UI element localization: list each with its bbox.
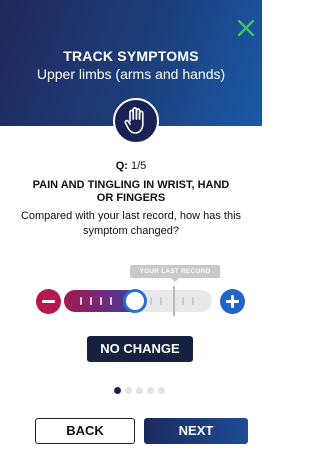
- raised-hand-icon: [124, 107, 144, 134]
- question-counter: Q: 1/5: [0, 160, 262, 172]
- last-record-tooltip: YOUR LAST RECORD: [130, 265, 220, 282]
- close-icon: [237, 19, 255, 37]
- slider-tick: [160, 297, 162, 305]
- symptom-badge: [113, 98, 159, 144]
- change-status-badge: NO CHANGE: [87, 336, 193, 362]
- slider-tick: [182, 297, 184, 305]
- question-prefix: Q:: [115, 160, 128, 172]
- next-button[interactable]: NEXT: [144, 418, 248, 444]
- pagination-dot[interactable]: [114, 387, 121, 394]
- question-number: 1/5: [131, 160, 147, 172]
- page-title: TRACK SYMPTOMS: [63, 48, 199, 64]
- last-record-marker: [173, 286, 175, 316]
- slider-tick: [90, 297, 92, 305]
- page-subtitle: Upper limbs (arms and hands): [36, 66, 226, 82]
- slider-thumb[interactable]: [123, 289, 148, 313]
- increase-button[interactable]: [220, 289, 245, 314]
- slider-tick: [110, 297, 112, 305]
- pagination-dot[interactable]: [125, 387, 132, 394]
- pagination-dot[interactable]: [147, 387, 154, 394]
- decrease-button[interactable]: [36, 289, 61, 314]
- slider-tick: [80, 297, 82, 305]
- slider-tick: [150, 297, 152, 305]
- question-title: PAIN AND TINGLING IN WRIST, HAND OR FING…: [32, 179, 230, 204]
- slider-tick: [100, 297, 102, 305]
- back-button[interactable]: BACK: [35, 418, 135, 444]
- pagination-dots: [114, 387, 165, 395]
- slider-tick: [192, 297, 194, 305]
- pagination-dot[interactable]: [158, 387, 165, 394]
- close-button[interactable]: [236, 18, 256, 38]
- question-description: Compared with your last record, how has …: [20, 210, 242, 237]
- pagination-dot[interactable]: [136, 387, 143, 394]
